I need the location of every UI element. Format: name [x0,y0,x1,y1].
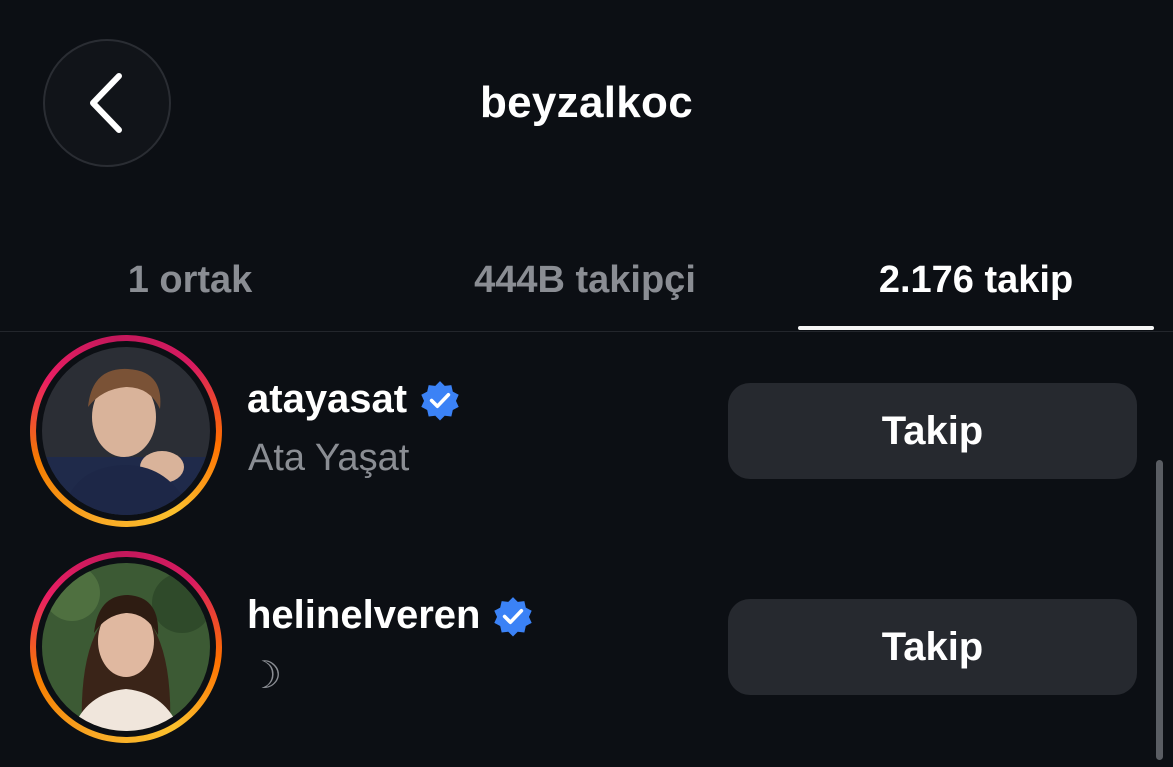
scrollbar[interactable] [1156,460,1163,760]
list-item: atayasat Ata Yaşat Takip [0,335,1173,535]
follow-button[interactable]: Takip [728,599,1137,695]
username-link[interactable]: helinelveren [247,593,534,638]
page-title: beyzalkoc [479,78,694,127]
story-ring[interactable] [30,335,222,527]
active-tab-indicator [798,326,1154,330]
username-link[interactable]: atayasat [247,377,461,422]
verified-badge-icon [494,596,533,636]
avatar [42,563,210,731]
divider [0,331,1173,332]
username: helinelveren [247,593,481,637]
avatar [42,347,210,515]
full-name: ☽ [248,655,283,697]
avatar-image [42,347,210,515]
follow-button[interactable]: Takip [728,383,1137,479]
tab-mutual[interactable]: 1 ortak [0,230,380,330]
list-item: helinelveren ☽ Takip [0,551,1173,751]
tab-bar: 1 ortak 444B takipçi 2.176 takip [0,230,1173,330]
verified-badge-icon [421,380,459,420]
avatar-image [42,563,210,731]
following-list-screen: beyzalkoc 1 ortak 444B takipçi 2.176 tak… [0,0,1173,767]
tab-followers[interactable]: 444B takipçi [390,230,780,330]
tab-following[interactable]: 2.176 takip [798,230,1154,330]
username: atayasat [247,377,408,421]
full-name: Ata Yaşat [248,437,410,479]
story-ring[interactable] [30,551,222,743]
